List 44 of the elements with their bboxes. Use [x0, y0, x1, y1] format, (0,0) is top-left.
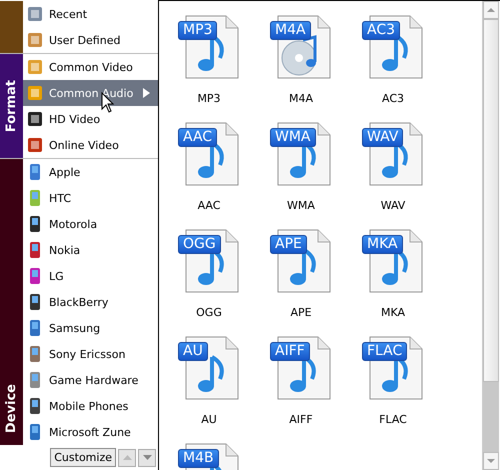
- menu-item[interactable]: HTC: [23, 185, 158, 211]
- menu-item[interactable]: LG: [23, 263, 158, 289]
- section-label: Format: [4, 80, 19, 132]
- menu-item[interactable]: Sony Ericsson: [23, 341, 158, 367]
- menu-item[interactable]: Microsoft Zune: [23, 419, 158, 445]
- media-icon: [26, 110, 44, 128]
- menu-item[interactable]: HD Video: [23, 106, 158, 132]
- media-icon: [26, 84, 44, 102]
- menu-item[interactable]: Online Video: [23, 132, 158, 158]
- format-label: WAV: [380, 199, 406, 212]
- list-icon: [26, 31, 44, 49]
- scroll-up-button[interactable]: [118, 448, 136, 466]
- format-label: AAC: [198, 199, 220, 212]
- format-label: APE: [290, 306, 312, 319]
- section-label: Device: [4, 384, 19, 433]
- format-label: MP3: [197, 92, 221, 105]
- format-label: AU: [201, 413, 217, 426]
- up-arrow-icon[interactable]: [487, 8, 495, 12]
- scroll-thumb[interactable]: [483, 19, 499, 382]
- customize-button[interactable]: Customize: [50, 448, 116, 467]
- media-icon: [26, 136, 44, 154]
- menu-item[interactable]: Game Hardware: [23, 367, 158, 393]
- format-label: AC3: [382, 92, 404, 105]
- media-icon: [26, 58, 44, 76]
- format-label: AIFF: [289, 413, 313, 426]
- scroll-down-button[interactable]: [138, 448, 156, 466]
- format-label: OGG: [196, 306, 222, 319]
- down-arrow-icon[interactable]: [487, 459, 495, 463]
- menu-item[interactable]: Recent: [23, 1, 158, 27]
- menu-item[interactable]: Apple: [23, 159, 158, 185]
- format-label: WMA: [287, 199, 315, 212]
- list-icon: [26, 5, 44, 23]
- menu-item[interactable]: Motorola: [23, 211, 158, 237]
- menu-item[interactable]: User Defined: [23, 27, 158, 53]
- format-label: MKA: [380, 306, 406, 319]
- menu-item[interactable]: Common Video: [23, 54, 158, 80]
- down-arrow-icon: [142, 455, 152, 460]
- menu-item[interactable]: BlackBerry: [23, 289, 158, 315]
- menu-item[interactable]: Samsung: [23, 315, 158, 341]
- up-arrow-icon: [122, 455, 132, 460]
- format-label: FLAC: [379, 413, 407, 426]
- menu-item[interactable]: Nokia: [23, 237, 158, 263]
- menu-item[interactable]: Mobile Phones: [23, 393, 158, 419]
- format-label: M4A: [288, 92, 313, 105]
